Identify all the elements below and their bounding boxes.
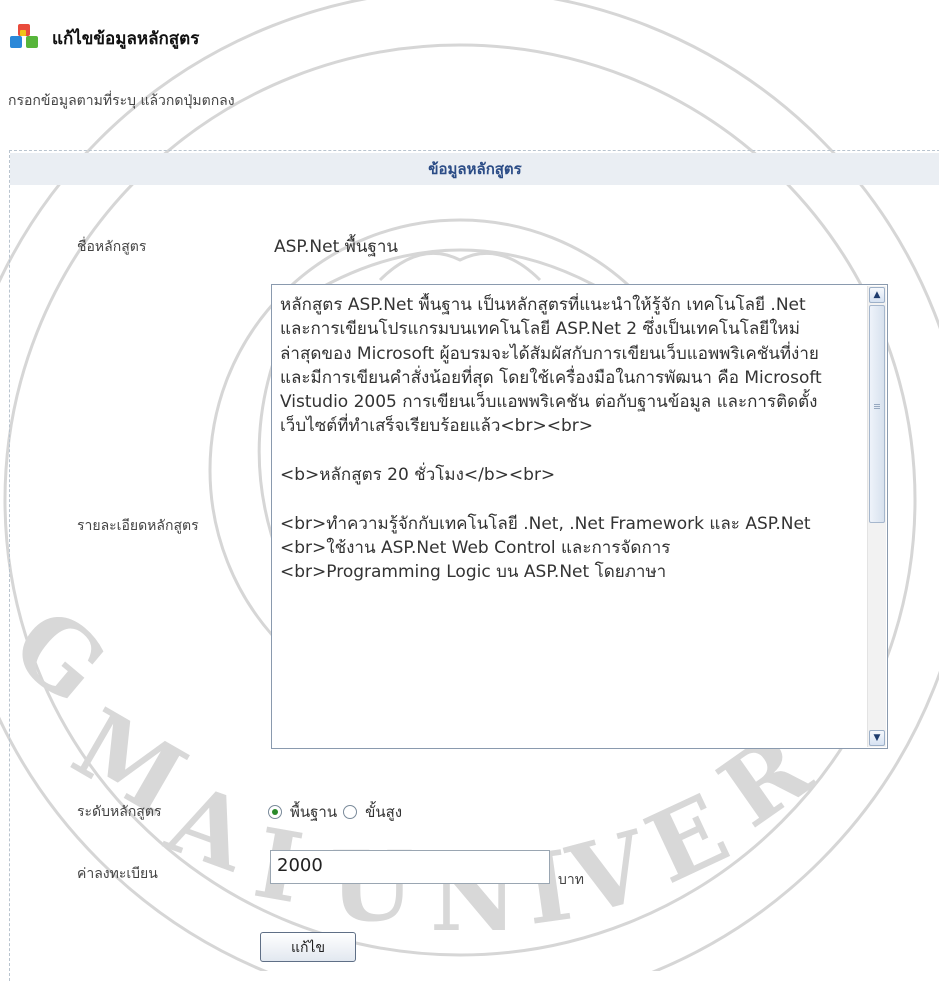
registration-fee-label: ค่าลงทะเบียน: [77, 866, 158, 882]
scroll-thumb[interactable]: [869, 305, 885, 523]
course-name-value: ASP.Net พื้นฐาน: [274, 237, 399, 257]
instruction-text: กรอกข้อมูลตามที่ระบุ แล้วกดปุ่มตกลง: [8, 93, 235, 109]
level-advanced-radio[interactable]: [343, 805, 358, 819]
course-details-textarea[interactable]: หลักสูตร ASP.Net พื้นฐาน เป็นหลักสูตรที่…: [271, 284, 888, 749]
level-basic-radio[interactable]: [268, 805, 282, 819]
cubes-icon: [10, 24, 38, 48]
course-details-label: รายละเอียดหลักสูตร: [77, 518, 199, 534]
details-scrollbar[interactable]: ▲ ▼: [867, 286, 886, 747]
fee-unit: บาท: [558, 872, 584, 888]
edit-course-page: แก้ไขข้อมูลหลักสูตร กรอกข้อมูลตามที่ระบุ…: [0, 0, 939, 981]
course-details-text[interactable]: หลักสูตร ASP.Net พื้นฐาน เป็นหลักสูตรที่…: [280, 293, 840, 741]
course-level-radio-group: พื้นฐาน ขั้นสูง: [268, 800, 408, 824]
course-level-label: ระดับหลักสูตร: [77, 804, 162, 820]
level-advanced-label[interactable]: ขั้นสูง: [365, 800, 402, 824]
edit-submit-button[interactable]: แก้ไข: [260, 932, 356, 962]
registration-fee-input[interactable]: 2000: [270, 850, 550, 884]
scroll-up-arrow-icon[interactable]: ▲: [869, 287, 885, 303]
page-header: แก้ไขข้อมูลหลักสูตร: [6, 22, 199, 54]
scroll-grip-icon: [874, 404, 880, 405]
level-basic-label[interactable]: พื้นฐาน: [290, 800, 337, 824]
course-name-label: ชื่อหลักสูตร: [77, 239, 147, 255]
page-title: แก้ไขข้อมูลหลักสูตร: [52, 28, 200, 49]
scroll-down-arrow-icon[interactable]: ▼: [869, 730, 885, 746]
panel-heading: ข้อมูลหลักสูตร: [10, 153, 939, 185]
